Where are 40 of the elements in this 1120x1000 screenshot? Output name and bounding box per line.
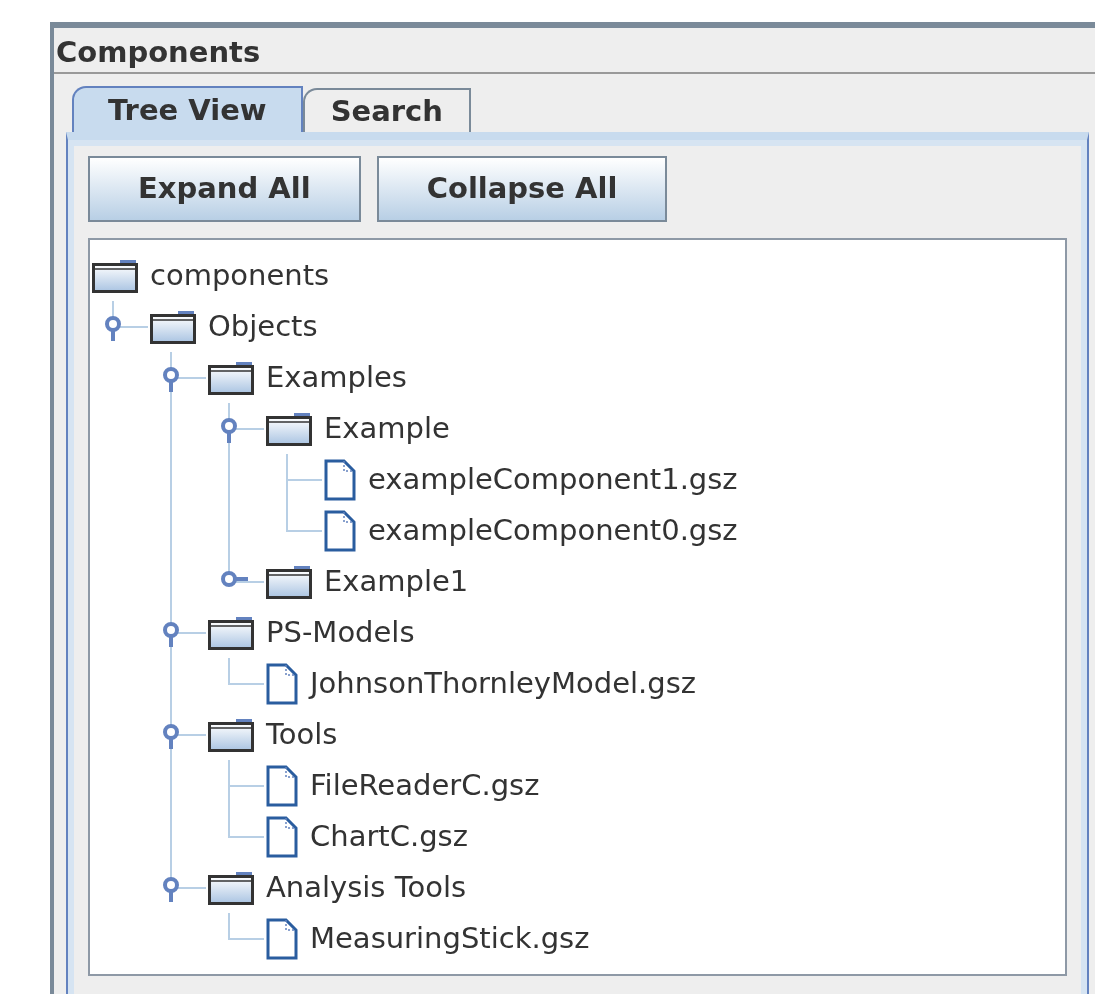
expander-icon[interactable] bbox=[162, 876, 180, 902]
folder-icon bbox=[208, 615, 254, 650]
folder-icon bbox=[208, 717, 254, 752]
expander-icon[interactable] bbox=[220, 417, 238, 443]
folder-icon bbox=[208, 870, 254, 905]
tab[interactable]: Tree View bbox=[72, 86, 303, 132]
tree-item-label[interactable]: Analysis Tools bbox=[266, 865, 467, 910]
folder-icon bbox=[208, 360, 254, 395]
tree-item-label[interactable]: Tools bbox=[266, 712, 338, 757]
expander-icon[interactable] bbox=[220, 570, 248, 588]
tree-item-label[interactable]: Examples bbox=[266, 355, 407, 400]
expander-icon[interactable] bbox=[162, 723, 180, 749]
folder-icon bbox=[266, 411, 312, 446]
tab[interactable]: Search bbox=[302, 88, 471, 132]
tree-item-label[interactable]: exampleComponent0.gsz bbox=[368, 508, 738, 553]
file-icon bbox=[324, 509, 356, 552]
tree-item-label[interactable]: components bbox=[150, 253, 330, 298]
expander-icon[interactable] bbox=[162, 621, 180, 647]
tree-item-label[interactable]: ChartC.gsz bbox=[310, 814, 468, 859]
file-icon bbox=[266, 662, 298, 705]
expander-icon[interactable] bbox=[104, 315, 122, 341]
tree-item-label[interactable]: PS-Models bbox=[266, 610, 415, 655]
folder-icon bbox=[266, 564, 312, 599]
expander-icon[interactable] bbox=[162, 366, 180, 392]
file-icon bbox=[266, 815, 298, 858]
folder-icon bbox=[150, 309, 196, 344]
tree-item-label[interactable]: MeasuringStick.gsz bbox=[310, 916, 590, 961]
tree-item-label[interactable]: Example bbox=[324, 406, 450, 451]
tree-item-label[interactable]: exampleComponent1.gsz bbox=[368, 457, 738, 502]
tree-item-label[interactable]: FileReaderC.gsz bbox=[310, 763, 540, 808]
file-icon bbox=[266, 764, 298, 807]
tree-button[interactable]: Collapse All bbox=[376, 156, 668, 222]
tree-button[interactable]: Expand All bbox=[88, 156, 361, 222]
panel-title: Components bbox=[54, 28, 1095, 74]
tree-item-label[interactable]: JohnsonThornleyModel.gsz bbox=[310, 661, 696, 706]
tree-item-label[interactable]: Example1 bbox=[324, 559, 469, 604]
file-icon bbox=[266, 917, 298, 960]
file-icon bbox=[324, 458, 356, 501]
tree-item-label[interactable]: Objects bbox=[208, 304, 318, 349]
folder-icon bbox=[92, 258, 138, 293]
